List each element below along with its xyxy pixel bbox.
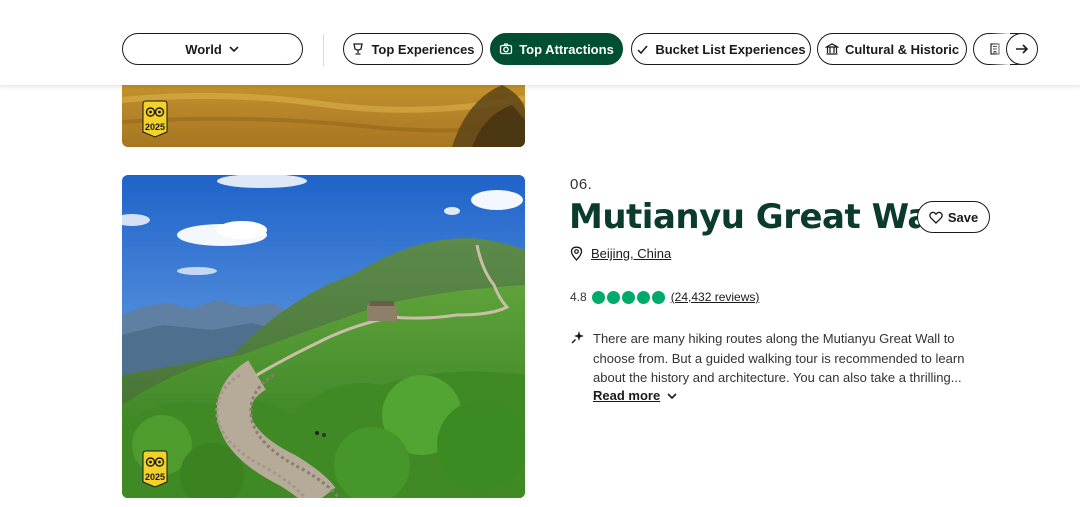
attraction-title[interactable]: Mutianyu Great Wall: [569, 197, 953, 237]
attraction-photo[interactable]: 2025: [122, 175, 525, 498]
badge-year: 2025: [145, 472, 165, 482]
rating-row: 4.8 (24,432 reviews): [570, 290, 759, 304]
scroll-next-button[interactable]: [1006, 33, 1038, 65]
attraction-description: There are many hiking routes along the M…: [593, 331, 965, 385]
travelers-choice-badge: 2025: [142, 450, 168, 488]
check-icon: [637, 45, 648, 54]
rating-bubble: [591, 290, 605, 304]
world-dropdown[interactable]: World: [122, 33, 303, 65]
filter-top-experiences[interactable]: Top Experiences: [343, 33, 483, 65]
rating-bubble: [636, 290, 650, 304]
filter-bucket-list[interactable]: Bucket List Experiences: [631, 33, 811, 65]
filter-label: Cultural & Historic: [844, 41, 960, 57]
camera-icon: [500, 43, 513, 55]
travelers-choice-badge: 2025: [142, 100, 168, 138]
chevron-down-icon: [667, 392, 677, 399]
attraction-location: Beijing, China: [570, 246, 671, 261]
save-label: Save: [947, 209, 979, 225]
reviews-link[interactable]: (24,432 reviews): [671, 290, 760, 304]
rating-bubbles: [591, 290, 665, 304]
badge-year: 2025: [145, 122, 165, 132]
filter-top-attractions[interactable]: Top Attractions: [490, 33, 623, 65]
world-dropdown-label: World: [185, 41, 222, 57]
trophy-icon: [353, 43, 364, 55]
filter-label: Top Experiences: [371, 41, 475, 57]
attraction-rank: 06.: [570, 176, 593, 193]
sparkle-icon: [571, 331, 584, 344]
read-more-label: Read more: [593, 388, 661, 403]
filter-label: Bucket List Experiences: [655, 41, 806, 57]
rating-bubble: [606, 290, 620, 304]
rating-score: 4.8: [570, 290, 587, 304]
heart-icon: [929, 211, 943, 224]
filter-bar: World Top Experiences Top Attractions Bu…: [0, 0, 1080, 85]
great-wall-image: [122, 175, 525, 498]
divider: [323, 34, 324, 66]
map-pin-icon: [570, 246, 583, 261]
chevron-down-icon: [229, 46, 239, 53]
rating-bubble: [621, 290, 635, 304]
location-link[interactable]: Beijing, China: [591, 246, 671, 261]
read-more-button[interactable]: Read more: [593, 388, 678, 403]
arrow-right-icon: [1016, 44, 1029, 54]
museum-icon: [824, 43, 839, 55]
save-button[interactable]: Save: [917, 201, 990, 233]
rating-bubble: [651, 290, 665, 304]
filter-cultural-historic[interactable]: Cultural & Historic: [817, 33, 967, 65]
filter-label: Top Attractions: [519, 41, 614, 57]
